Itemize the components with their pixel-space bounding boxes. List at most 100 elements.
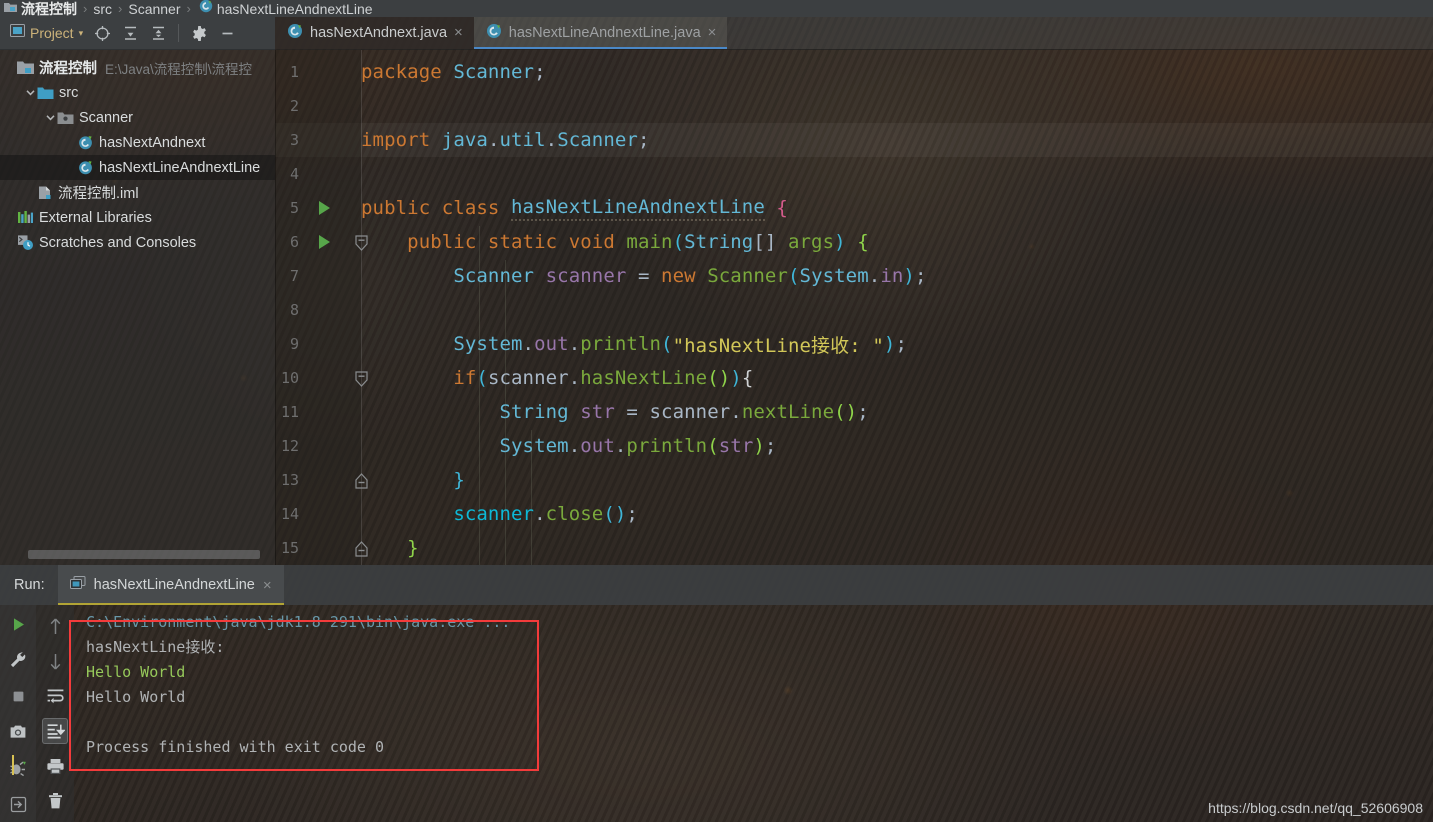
- code-token: (): [834, 401, 858, 423]
- code-token: .: [568, 333, 581, 355]
- print-icon[interactable]: [42, 753, 68, 779]
- chevron-down-icon[interactable]: [24, 87, 37, 98]
- tree-node-label: 流程控制.iml: [58, 186, 139, 202]
- stop-icon[interactable]: [5, 683, 31, 709]
- chevron-down-icon[interactable]: [44, 112, 57, 123]
- code-token: Scanner: [707, 265, 788, 287]
- gear-icon[interactable]: [186, 20, 212, 46]
- code-editor[interactable]: 1 2 3 4 5 6 7 8 9 10 11 12 13 14 15 package Scanner; im…: [275, 50, 1433, 565]
- locate-icon[interactable]: [89, 20, 115, 46]
- java-class-icon: [77, 134, 94, 151]
- soft-wrap-icon[interactable]: [42, 683, 68, 709]
- breadcrumb-item-0[interactable]: 流程控制: [21, 0, 77, 17]
- camera-icon[interactable]: [5, 719, 31, 745]
- breadcrumb-separator: ›: [118, 1, 123, 16]
- tree-node-label: 流程控制: [39, 61, 97, 77]
- code-token: {: [857, 231, 869, 253]
- code-line: }: [361, 463, 465, 497]
- code-token: ): [753, 435, 765, 457]
- line-number: 5: [289, 199, 299, 217]
- project-view-selector[interactable]: Project ▾: [6, 22, 87, 44]
- java-class-icon: [77, 159, 94, 176]
- tree-node-hasnextandnext[interactable]: hasNextAndnext: [0, 130, 275, 155]
- breadcrumb-separator: ›: [186, 1, 191, 16]
- code-token: out: [580, 435, 615, 457]
- console-line: Process finished with exit code 0: [86, 738, 385, 756]
- code-token: public static void: [407, 231, 627, 253]
- line-number: 9: [289, 335, 299, 353]
- line-number: 8: [289, 301, 299, 319]
- wrench-icon[interactable]: [5, 647, 31, 673]
- tree-node-label: hasNextLineAndnextLine: [99, 159, 261, 176]
- code-token: ;: [914, 265, 927, 287]
- code-line: String str = scanner. nextLine();: [361, 395, 869, 429]
- line-number: 6: [289, 233, 299, 251]
- console-output[interactable]: C:\Environment\java\jdk1.8 291\bin\java.…: [74, 605, 1433, 822]
- minimize-icon[interactable]: [214, 20, 240, 46]
- code-token: ): [883, 333, 896, 355]
- trash-icon[interactable]: [42, 788, 68, 814]
- indent-guide: [531, 430, 532, 565]
- breadcrumb-item-1[interactable]: src: [93, 1, 112, 17]
- project-folder-icon: [17, 60, 34, 75]
- debug-icon[interactable]: [5, 755, 31, 781]
- watermark-text: https://blog.csdn.net/qq_52606908: [1208, 800, 1423, 816]
- code-line: import java. util. Scanner;: [361, 123, 650, 157]
- java-class-icon: [199, 0, 213, 17]
- exit-icon[interactable]: [5, 791, 31, 817]
- code-token: hasNextLine: [580, 367, 708, 389]
- code-token: =: [614, 401, 650, 423]
- code-token: Scanner: [557, 129, 638, 151]
- expand-all-icon[interactable]: [117, 20, 143, 46]
- breadcrumb-item-2[interactable]: Scanner: [128, 1, 180, 17]
- close-icon[interactable]: ×: [263, 578, 272, 593]
- indent-guide: [505, 260, 506, 565]
- run-config-tab[interactable]: hasNextLineAndnextLine ×: [57, 565, 284, 605]
- tree-node-label: hasNextAndnext: [99, 134, 206, 151]
- sidebar-horizontal-scrollbar[interactable]: [28, 550, 260, 559]
- tree-node--iml[interactable]: 流程控制.iml: [0, 180, 275, 205]
- tree-node-hasnextlineandnextline[interactable]: hasNextLineAndnextLine: [0, 155, 275, 180]
- code-token: scanner: [487, 367, 569, 389]
- scratches-icon: [17, 234, 34, 251]
- tree-node-label: src: [59, 84, 79, 101]
- code-line: Scanner scanner = new Scanner(System. in)…: [361, 259, 926, 293]
- code-token: "hasNextLine接收: ": [672, 334, 884, 357]
- run-config-label: hasNextLineAndnextLine: [93, 577, 255, 593]
- tree-node-src[interactable]: src: [0, 80, 275, 105]
- code-token: str: [718, 435, 754, 457]
- collapse-all-icon[interactable]: [145, 20, 171, 46]
- code-token: scanner: [545, 265, 627, 287]
- breadcrumb-item-3[interactable]: hasNextLineAndnextLine: [217, 1, 373, 17]
- close-icon[interactable]: ×: [708, 25, 717, 40]
- run-gutter-icon[interactable]: [319, 201, 330, 215]
- scroll-to-end-icon[interactable]: [42, 718, 68, 744]
- code-token: main: [626, 231, 673, 253]
- code-token: nextLine: [741, 401, 835, 423]
- run-gutter-icon[interactable]: [319, 235, 330, 249]
- project-tree-panel: 流程控制 E:\Java\流程控制\流程控 src Scanner hasNextAnd…: [0, 50, 275, 565]
- line-number: 2: [289, 97, 299, 115]
- code-token: ;: [637, 129, 650, 151]
- tree-node-external-libraries[interactable]: External Libraries: [0, 205, 275, 230]
- close-icon[interactable]: ×: [454, 25, 463, 40]
- editor-tab-hasnextlineandnextline[interactable]: hasNextLineAndnextLine.java ×: [473, 16, 728, 49]
- console-line: Hello World: [86, 663, 186, 681]
- arrow-down-icon[interactable]: [42, 648, 68, 674]
- tree-node--[interactable]: 流程控制 E:\Java\流程控制\流程控: [0, 55, 275, 80]
- line-number: 15: [280, 539, 299, 557]
- code-token: .: [730, 401, 742, 423]
- tree-node-scratches-and-consoles[interactable]: Scratches and Consoles: [0, 230, 275, 255]
- code-token: }: [407, 537, 419, 559]
- tree-node-scanner[interactable]: Scanner: [0, 105, 275, 130]
- editor-tab-hasnextandnext[interactable]: hasNextAndnext.java ×: [275, 16, 474, 49]
- editor-gutter[interactable]: 1 2 3 4 5 6 7 8 9 10 11 12 13 14 15: [275, 50, 361, 565]
- arrow-up-icon[interactable]: [42, 613, 68, 639]
- rerun-icon[interactable]: [5, 611, 31, 637]
- code-token: }: [453, 469, 465, 491]
- vertical-splitter[interactable]: [275, 50, 276, 565]
- code-token: .: [568, 435, 581, 457]
